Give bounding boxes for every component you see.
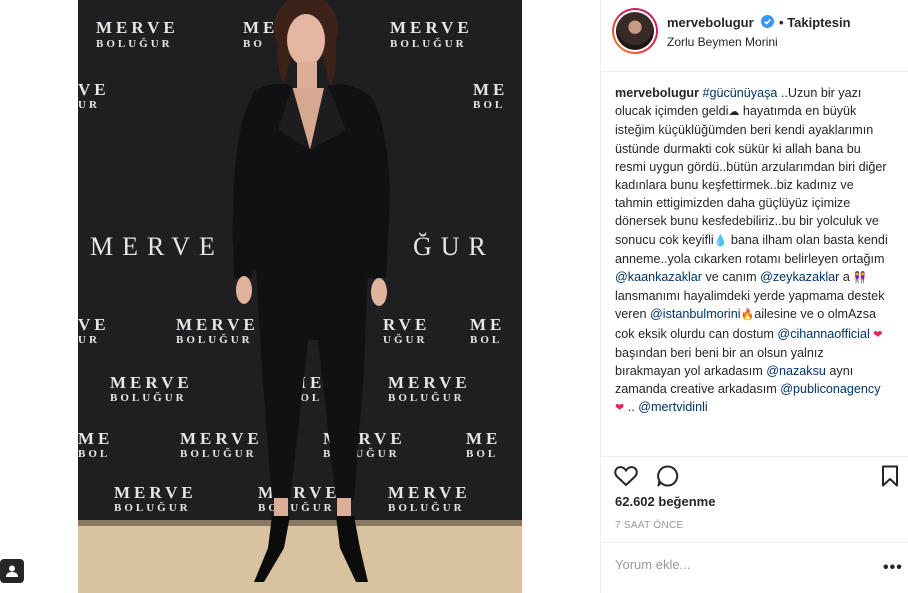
avatar[interactable] (612, 8, 658, 54)
svg-text:MERVE: MERVE (258, 483, 341, 502)
droplet-emoji-icon: 💧 (713, 234, 728, 247)
more-options-icon[interactable]: ••• (883, 559, 903, 577)
svg-text:ME: ME (243, 18, 278, 37)
svg-text:BO: BO (243, 38, 265, 50)
svg-text:RVE: RVE (383, 315, 430, 334)
svg-text:BOLUĞUR: BOLUĞUR (180, 447, 257, 460)
svg-text:BOLUĞUR: BOLUĞUR (258, 501, 335, 514)
action-bar (601, 456, 908, 492)
username-link[interactable]: mervebolugur (667, 15, 754, 30)
svg-text:MERVE: MERVE (114, 483, 197, 502)
svg-text:BOL: BOL (466, 448, 498, 460)
svg-text:ME: ME (470, 315, 505, 334)
svg-text:UĞUR: UĞUR (383, 333, 427, 346)
caption-text: ve canım (702, 270, 761, 285)
svg-text:ME: ME (78, 429, 113, 448)
svg-text:ĞUR: ĞUR (413, 232, 495, 261)
mention-link[interactable]: @cihannaofficial (777, 327, 869, 341)
comment-bar: ••• (601, 542, 908, 593)
svg-text:UR: UR (78, 99, 100, 111)
svg-text:BOLUĞUR: BOLUĞUR (110, 391, 187, 404)
user-tag-icon[interactable] (0, 559, 24, 583)
svg-text:MERVE: MERVE (96, 18, 179, 37)
svg-text:BOLUĞUR: BOLUĞUR (388, 391, 465, 404)
post-header: mervebolugur • Takiptesin Zorlu Beymen M… (601, 0, 908, 72)
svg-text:ME: ME (466, 429, 501, 448)
svg-text:VE: VE (78, 80, 110, 99)
svg-text:MERVE: MERVE (180, 429, 263, 448)
mention-link[interactable]: @publiconagency (780, 382, 880, 396)
svg-text:MERVE: MERVE (390, 18, 473, 37)
fire-emoji-icon: 🔥 (740, 309, 755, 322)
svg-text:BOL: BOL (470, 334, 502, 346)
speech-bubble-icon[interactable] (655, 463, 681, 489)
mention-link[interactable]: @mertvidinli (638, 400, 707, 414)
like-count[interactable]: 62.602 beğenme (615, 494, 715, 509)
post-timestamp[interactable]: 7 SAAT ÖNCE (615, 520, 684, 531)
post-photo[interactable]: MERVE BOLUĞUR ME BO MERVE BOLUĞUR VE UR … (78, 0, 522, 593)
follow-status[interactable]: • Takiptesin (779, 15, 851, 30)
post-panel: mervebolugur • Takiptesin Zorlu Beymen M… (600, 0, 908, 593)
post-photo-image: MERVE BOLUĞUR ME BO MERVE BOLUĞUR VE UR … (78, 0, 522, 593)
hashtag-link[interactable]: #gücünüyaşa (702, 86, 777, 100)
svg-text:ME: ME (473, 80, 508, 99)
location-link[interactable]: Zorlu Beymen Morini (667, 35, 778, 49)
svg-text:BOLUĞUR: BOLUĞUR (390, 37, 467, 50)
svg-text:MERVE: MERVE (388, 483, 471, 502)
svg-text:BOLUĞUR: BOLUĞUR (96, 37, 173, 50)
comment-input[interactable] (615, 557, 865, 572)
mention-link[interactable]: @istanbulmorini (650, 307, 740, 321)
svg-text:MERVE: MERVE (388, 373, 471, 392)
cloud-emoji-icon: ☁ (728, 106, 740, 119)
caption-text: hayatımda en büyük isteğim küçüklüğümden… (615, 104, 887, 247)
mention-link[interactable]: @nazaksu (766, 364, 826, 378)
bookmark-icon[interactable] (877, 463, 903, 489)
svg-text:BOL: BOL (78, 448, 110, 460)
verified-badge-icon (761, 15, 774, 28)
svg-text:BOLUĞUR: BOLUĞUR (114, 501, 191, 514)
caption: mervebolugur #gücünüyaşa ..Uzun bir yazı… (615, 84, 891, 454)
svg-text:MERVE: MERVE (110, 373, 193, 392)
follow-status-label: Takiptesin (787, 15, 851, 30)
svg-text:MERVE: MERVE (90, 232, 224, 261)
svg-text:MERVE: MERVE (176, 315, 259, 334)
mention-link[interactable]: @kaankazaklar (615, 270, 702, 284)
people-emoji-icon: 👭 (853, 272, 868, 285)
heart-emoji-icon: ❤ (615, 402, 625, 415)
svg-text:VE: VE (78, 315, 110, 334)
heart-outline-icon[interactable] (613, 463, 639, 489)
svg-text:UR: UR (78, 334, 100, 346)
heart-emoji-icon: ❤ (873, 328, 883, 341)
svg-text:BOLUĞUR: BOLUĞUR (176, 333, 253, 346)
svg-text:BOL: BOL (473, 99, 505, 111)
follow-separator: • (779, 15, 784, 30)
svg-text:BOLUĞUR: BOLUĞUR (388, 501, 465, 514)
mention-link[interactable]: @zeykazaklar (760, 270, 839, 284)
caption-text: a (839, 270, 854, 285)
caption-text: .. (624, 400, 639, 415)
caption-author[interactable]: mervebolugur (615, 86, 699, 100)
